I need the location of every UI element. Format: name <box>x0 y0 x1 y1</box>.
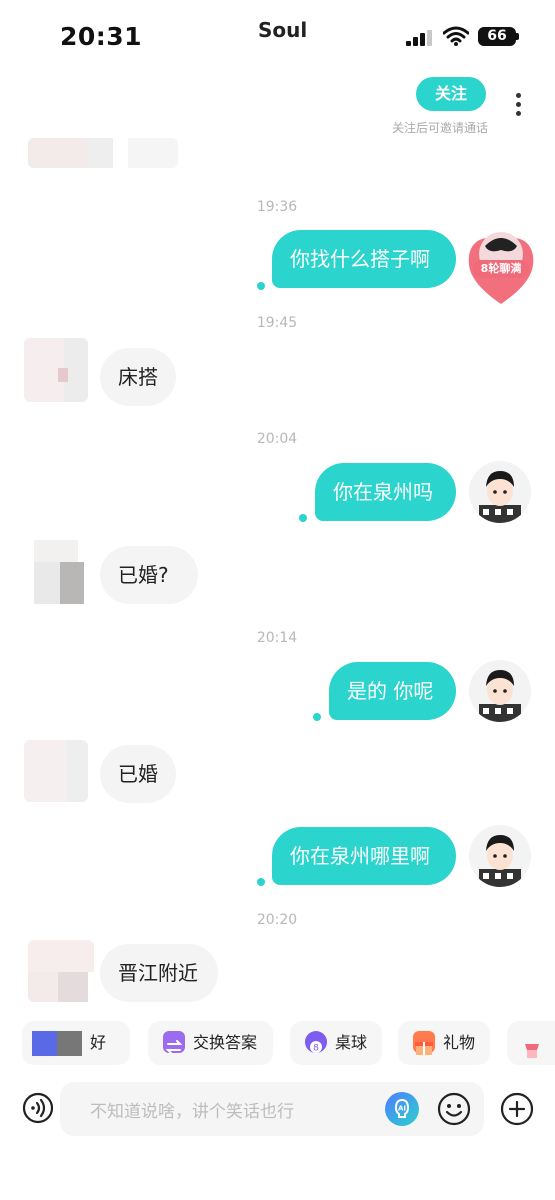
message-timestamp: 20:04 <box>256 431 298 447</box>
quick-chip-partial[interactable] <box>507 1021 555 1065</box>
my-avatar[interactable] <box>469 660 531 722</box>
message-timestamp: 20:20 <box>256 912 298 928</box>
quick-chip-label: 礼物 <box>443 1033 476 1052</box>
contact-avatar[interactable] <box>24 338 88 402</box>
emoji-icon[interactable] <box>436 1091 472 1127</box>
follow-hint: 关注后可邀请通话 <box>391 121 488 135</box>
contact-avatar[interactable] <box>24 540 88 604</box>
heart-avatar[interactable]: 8轮聊满 <box>465 228 537 308</box>
blurred-icon <box>32 1031 57 1056</box>
read-indicator <box>313 713 321 721</box>
message-bubble-received[interactable]: 晋江附近 <box>100 944 218 1002</box>
wifi-icon <box>443 26 469 46</box>
avatar-icon <box>479 471 521 523</box>
quick-chip[interactable]: 好 <box>22 1021 130 1065</box>
follow-button[interactable]: 关注 <box>416 77 486 111</box>
signal-icon <box>406 30 432 46</box>
app-title: Soul <box>258 18 308 42</box>
quick-chip-label: 交换答案 <box>193 1033 258 1052</box>
blurred-image <box>28 138 178 168</box>
read-indicator <box>257 282 265 290</box>
read-indicator <box>257 878 265 886</box>
shop-icon <box>523 1033 541 1058</box>
message-bubble-sent[interactable]: 你在泉州吗 <box>315 463 456 521</box>
message-timestamp: 19:36 <box>256 199 298 215</box>
quick-chip-label: 桌球 <box>335 1033 368 1052</box>
quick-chip-exchange-answers[interactable]: 交换答案 <box>148 1021 273 1065</box>
message-input-placeholder: 不知道说啥，讲个笑话也行 <box>90 1102 294 1122</box>
my-avatar[interactable] <box>469 825 531 887</box>
message-bubble-received[interactable]: 床搭 <box>100 348 176 406</box>
swap-icon <box>163 1030 185 1054</box>
gift-icon <box>413 1030 435 1055</box>
voice-icon[interactable] <box>22 1092 54 1124</box>
contact-avatar[interactable] <box>28 940 94 1002</box>
message-bubble-received[interactable]: 已婚? <box>100 546 198 604</box>
battery-cap <box>516 33 519 40</box>
message-timestamp: 19:45 <box>256 315 298 331</box>
message-bubble-sent[interactable]: 你在泉州哪里啊 <box>272 827 456 885</box>
status-time: 20:31 <box>60 22 143 51</box>
battery-indicator: 66 <box>478 27 516 46</box>
message-bubble-received[interactable]: 已婚 <box>100 745 176 803</box>
svg-text:AI: AI <box>398 1105 406 1113</box>
message-bubble-sent[interactable]: 你找什么搭子啊 <box>272 230 456 288</box>
blurred-icon <box>57 1031 82 1056</box>
avatar-icon <box>479 835 521 887</box>
chat-rounds-badge: 8轮聊满 <box>473 260 529 278</box>
avatar-icon <box>479 670 521 722</box>
ai-assistant-icon[interactable]: AI <box>384 1091 420 1127</box>
message-timestamp: 20:14 <box>256 630 298 646</box>
more-icon[interactable] <box>514 93 522 121</box>
read-indicator <box>299 514 307 522</box>
my-avatar[interactable] <box>469 461 531 523</box>
billiard-icon: 8 <box>305 1030 327 1053</box>
plus-icon[interactable] <box>500 1092 534 1126</box>
quick-chip-label: 好 <box>90 1033 107 1052</box>
quick-chip-billiards[interactable]: 8 桌球 <box>290 1021 382 1065</box>
message-bubble-sent[interactable]: 是的 你呢 <box>329 662 456 720</box>
quick-chip-gift[interactable]: 礼物 <box>398 1021 490 1065</box>
svg-text:8: 8 <box>313 1043 319 1053</box>
contact-avatar[interactable] <box>24 740 88 802</box>
